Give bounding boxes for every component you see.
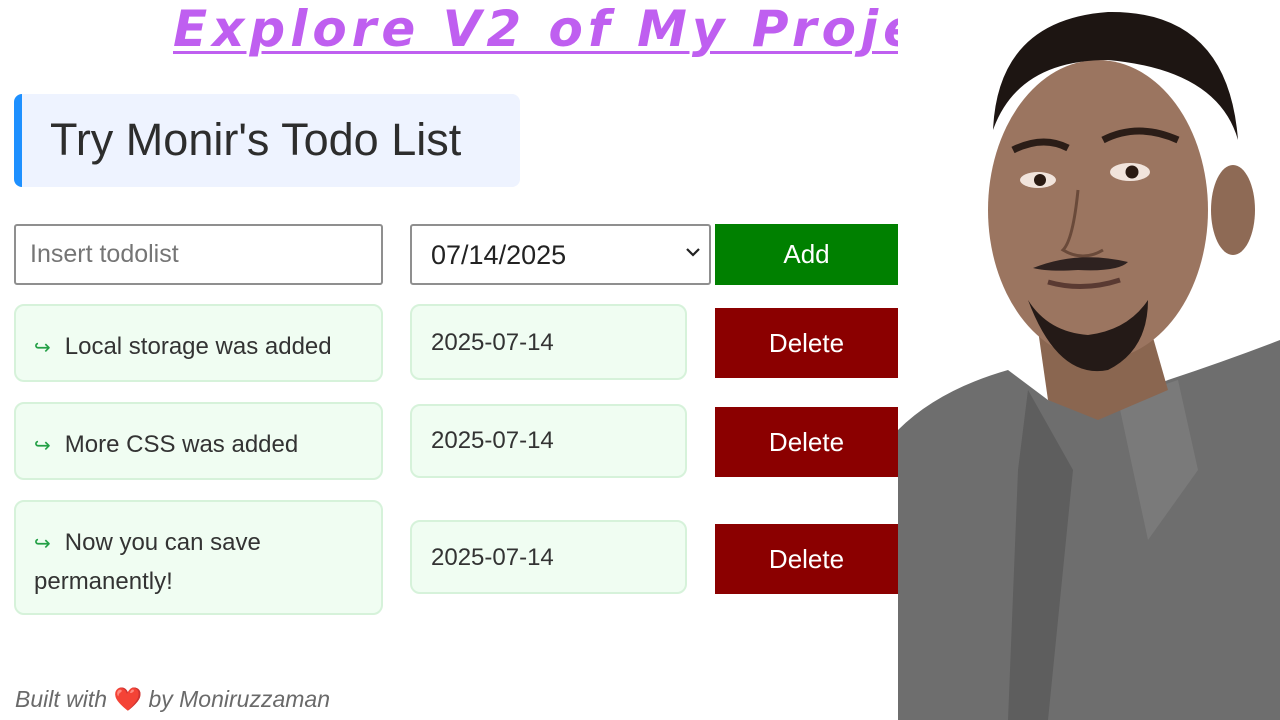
arrow-icon: ↪ xyxy=(34,533,51,555)
delete-button[interactable]: Delete xyxy=(715,407,898,477)
todo-item: ↪ Now you can save permanently! xyxy=(14,500,383,615)
todo-date-text: 2025-07-14 xyxy=(431,427,554,454)
todo-text: Local storage was added xyxy=(64,333,332,360)
footer: Built with ❤️ by Moniruzzaman xyxy=(15,686,330,713)
todo-date-text: 2025-07-14 xyxy=(431,329,554,356)
todo-date-text: 2025-07-14 xyxy=(431,544,554,571)
app-title: Try Monir's Todo List xyxy=(50,114,462,165)
todo-text: Now you can save permanently! xyxy=(34,529,261,595)
todo-date: 2025-07-14 xyxy=(410,304,687,380)
date-select[interactable]: 07/14/2025 xyxy=(410,224,711,285)
footer-suffix: by Moniruzzaman xyxy=(148,686,330,712)
heart-icon: ❤️ xyxy=(113,686,143,712)
todo-text: More CSS was added xyxy=(64,431,299,458)
todo-item: ↪ More CSS was added xyxy=(14,402,383,480)
todo-date: 2025-07-14 xyxy=(410,404,687,478)
date-select-value: 07/14/2025 xyxy=(431,240,567,270)
arrow-icon: ↪ xyxy=(34,337,51,359)
arrow-icon: ↪ xyxy=(34,435,51,457)
chevron-down-icon xyxy=(686,248,700,257)
banner-title: Explore V2 of My Project xyxy=(173,0,986,58)
delete-button[interactable]: Delete xyxy=(715,524,898,594)
todo-item: ↪ Local storage was added xyxy=(14,304,383,382)
todo-date: 2025-07-14 xyxy=(410,520,687,594)
delete-button[interactable]: Delete xyxy=(715,308,898,378)
todo-input[interactable] xyxy=(14,224,383,285)
app-title-box: Try Monir's Todo List xyxy=(14,94,520,187)
presenter-photo xyxy=(898,0,1280,720)
footer-prefix: Built with xyxy=(15,686,108,712)
add-button[interactable]: Add xyxy=(715,224,898,285)
